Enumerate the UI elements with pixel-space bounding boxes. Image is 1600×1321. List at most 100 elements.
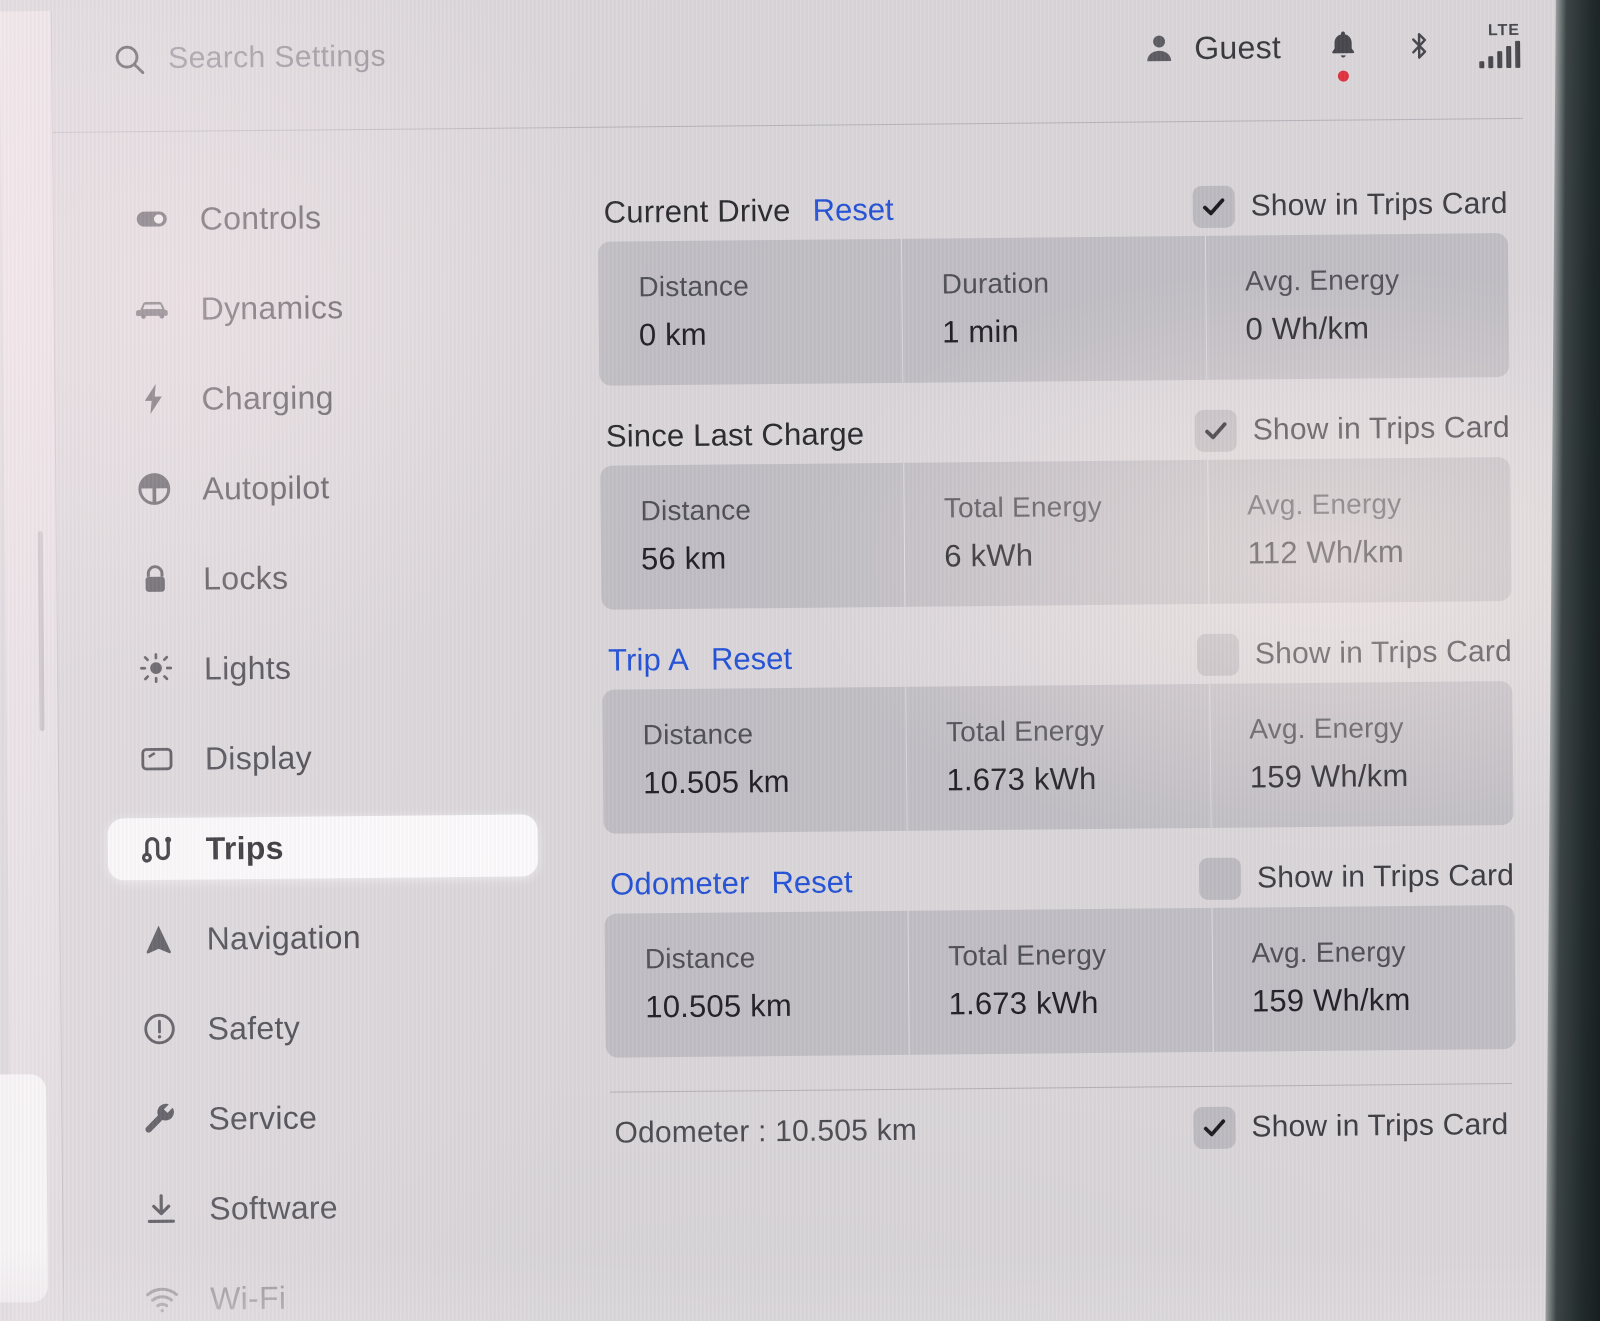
reset-button[interactable]: Reset: [812, 192, 893, 229]
person-icon: [1142, 31, 1176, 65]
display-bezel: [1545, 0, 1600, 1321]
sidebar-item-autopilot[interactable]: Autopilot: [104, 454, 535, 520]
stat-value: 6 kWh: [944, 537, 1034, 574]
sidebar-item-display[interactable]: Display: [107, 724, 538, 790]
status-icons-group: Guest LTE: [1142, 21, 1521, 82]
cellular-signal-indicator[interactable]: LTE: [1479, 21, 1521, 69]
stat-value: 159 Wh/km: [1251, 981, 1411, 1019]
stat-label: Duration: [941, 267, 1050, 300]
show-in-trips-card-toggle[interactable]: Show in Trips Card: [1194, 407, 1510, 453]
sidebar-item-label: Navigation: [206, 918, 362, 957]
stat-value: 0 Wh/km: [1245, 310, 1370, 347]
checkbox-unchecked[interactable]: [1196, 633, 1240, 677]
sidebar-item-wi-fi[interactable]: Wi-Fi: [112, 1264, 543, 1321]
stat-card: Distance 10.505 km Total Energy 1.673 kWh Av…: [604, 904, 1516, 1058]
sidebar-item-locks[interactable]: Locks: [105, 544, 536, 610]
signal-bars-icon: LTE: [1479, 21, 1521, 69]
sidebar-item-label: Software: [209, 1188, 339, 1227]
stat-cell: Total Energy 1.673 kWh: [906, 684, 1211, 831]
show-in-trips-card-label: Show in Trips Card: [1256, 858, 1515, 895]
stat-label: Total Energy: [945, 714, 1105, 748]
stat-cell: Distance 10.505 km: [602, 687, 907, 834]
sidebar-item-dynamics[interactable]: Dynamics: [102, 274, 533, 340]
search-placeholder: Search Settings: [168, 39, 387, 75]
sidebar-item-service[interactable]: Service: [110, 1084, 541, 1150]
section-title: Since Last Charge: [605, 416, 865, 454]
stat-label: Total Energy: [948, 938, 1107, 972]
section-title[interactable]: Trip A: [608, 642, 689, 679]
sidebar-item-label: Autopilot: [202, 468, 330, 507]
show-in-trips-card-label: Show in Trips Card: [1251, 1108, 1509, 1144]
checkbox-checked[interactable]: [1192, 185, 1235, 229]
checkbox-checked[interactable]: [1193, 1106, 1236, 1150]
reset-button[interactable]: Reset: [771, 864, 852, 901]
stat-value: 112 Wh/km: [1247, 534, 1405, 571]
stat-cell: Distance 56 km: [600, 463, 905, 610]
search-icon: [112, 42, 146, 76]
trip-section-odometer: Odometer Reset Show in Trips Card Distance 1…: [604, 847, 1516, 1058]
stat-value: 159 Wh/km: [1249, 757, 1409, 795]
sidebar-item-trips[interactable]: Trips: [107, 814, 539, 881]
sidebar-item-controls[interactable]: Controls: [101, 184, 532, 250]
show-in-trips-card-toggle[interactable]: Show in Trips Card: [1192, 183, 1508, 229]
bluetooth-button[interactable]: [1405, 28, 1433, 64]
show-in-trips-card-label: Show in Trips Card: [1254, 634, 1513, 671]
sidebar-item-navigation[interactable]: Navigation: [108, 904, 539, 970]
sidebar-item-safety[interactable]: Safety: [109, 994, 540, 1060]
sidebar-item-software[interactable]: Software: [111, 1174, 542, 1240]
profile-button[interactable]: Guest: [1142, 29, 1281, 67]
show-in-trips-card-toggle[interactable]: Show in Trips Card: [1193, 1104, 1509, 1150]
stat-value: 1.673 kWh: [946, 760, 1097, 798]
checkbox-checked[interactable]: [1194, 409, 1237, 453]
show-in-trips-card-toggle[interactable]: Show in Trips Card: [1196, 631, 1513, 677]
top-status-bar: Search Settings Guest LTE: [52, 0, 1566, 133]
checkbox-unchecked[interactable]: [1198, 857, 1242, 901]
stat-value: 1 min: [942, 313, 1020, 350]
wrench-icon: [140, 1099, 180, 1139]
trip-section-trip-a: Trip A Reset Show in Trips Card Distance 10.…: [602, 623, 1514, 834]
steering-wheel-icon: [134, 469, 174, 509]
section-header: Current Drive Reset Show in Trips Card: [597, 175, 1508, 242]
odometer-summary: Odometer : 10.505 km: [614, 1113, 918, 1150]
stat-card: Distance 0 km Duration 1 min Avg. Energy 0 Wh…: [597, 233, 1510, 386]
toggle-icon: [132, 199, 172, 239]
car-icon: [132, 289, 172, 329]
navigation-arrow-icon: [138, 919, 178, 959]
stat-cell: Distance 10.505 km: [604, 911, 909, 1058]
settings-panel: Search Settings Guest LTE Controls Dynam…: [0, 0, 1577, 1321]
stat-label: Distance: [638, 270, 750, 303]
bluetooth-icon: [1405, 28, 1433, 64]
stat-label: Avg. Energy: [1247, 488, 1402, 521]
stat-label: Avg. Energy: [1251, 936, 1406, 969]
app-launcher-chip[interactable]: [0, 1074, 49, 1303]
sidebar-item-label: Display: [204, 739, 313, 777]
reset-button[interactable]: Reset: [711, 641, 792, 678]
stat-cell: Avg. Energy 0 Wh/km: [1205, 233, 1510, 380]
search-input[interactable]: Search Settings: [112, 40, 386, 77]
download-icon: [141, 1189, 181, 1229]
network-type-label: LTE: [1487, 21, 1521, 40]
sidebar-item-label: Locks: [203, 559, 289, 597]
sidebar-item-label: Wi-Fi: [209, 1279, 287, 1317]
bolt-icon: [133, 379, 173, 419]
stat-value: 0 km: [638, 316, 708, 353]
section-header: Since Last Charge Show in Trips Card: [600, 399, 1511, 466]
notification-badge: [1337, 70, 1349, 82]
sidebar-item-lights[interactable]: Lights: [106, 634, 537, 700]
sidebar-item-label: Safety: [207, 1009, 301, 1047]
sidebar-item-label: Service: [208, 1098, 318, 1137]
route-icon: [138, 829, 178, 869]
notifications-button[interactable]: [1327, 27, 1359, 82]
trip-section-current-drive: Current Drive Reset Show in Trips Card Dist…: [597, 175, 1510, 386]
stat-label: Avg. Energy: [1244, 264, 1400, 297]
trips-settings-panel: Current Drive Reset Show in Trips Card Dist…: [597, 175, 1516, 1175]
show-in-trips-card-toggle[interactable]: Show in Trips Card: [1198, 855, 1515, 901]
sidebar-item-charging[interactable]: Charging: [103, 364, 534, 430]
sidebar-item-label: Trips: [205, 829, 284, 867]
section-title[interactable]: Odometer: [610, 865, 750, 902]
show-in-trips-card-label: Show in Trips Card: [1250, 187, 1508, 223]
tesla-settings-screen: Search Settings Guest LTE Controls Dynam…: [0, 0, 1600, 1321]
